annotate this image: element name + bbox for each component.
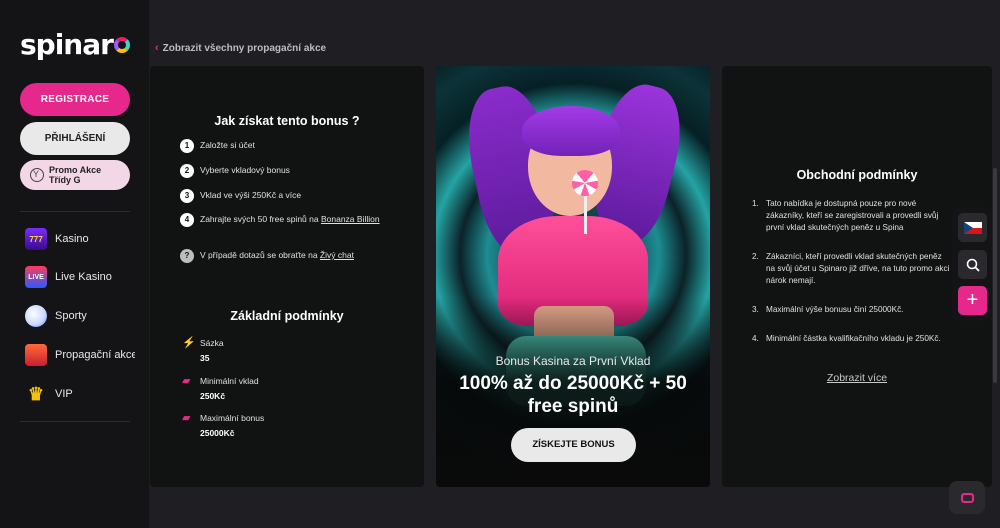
logo-text: spinar [20, 28, 114, 61]
live-chat-link[interactable]: Živý chat [320, 250, 354, 260]
condition-row: ▰ Minimální vklad 250Kč [182, 375, 259, 402]
step-number: 2 [180, 164, 194, 178]
step-item: 2 Vyberte vkladový bonus [180, 164, 400, 178]
step-text: Založte si účet [200, 140, 255, 150]
step-number: 4 [180, 213, 194, 227]
chevron-left-icon: ‹ [155, 42, 159, 54]
terms-item: 3. Maximální výše bonusu činí 25000Kč. [752, 304, 952, 316]
terms-text: Tato nabídka je dostupná pouze pro nové … [766, 199, 939, 232]
sidebar-divider [20, 421, 130, 422]
sidebar-item-vip[interactable]: ♛ VIP [25, 382, 135, 406]
condition-value: 250Kč [200, 391, 226, 401]
crown-icon: ♛ [27, 383, 45, 404]
sidebar-item-label: Sporty [55, 310, 87, 322]
plus-icon: + [966, 289, 979, 311]
chat-bubble-icon [960, 492, 974, 503]
condition-value: 35 [200, 353, 210, 363]
breadcrumb-back-link[interactable]: ‹ Zobrazit všechny propagační akce [155, 42, 326, 54]
login-button[interactable]: PŘIHLÁŠENÍ [20, 122, 130, 155]
sidebar-item-label: Live Kasino [55, 271, 112, 283]
step-text: V případě dotazů se obraťte na Živý chat [200, 250, 354, 260]
sidebar-item-propagacni-akce[interactable]: Propagační akce [25, 343, 135, 367]
language-button[interactable] [958, 213, 987, 242]
bonus-how-to-card: Jak získat tento bonus ? 1 Založte si úč… [150, 66, 424, 487]
step-text: Vklad ve výši 250Kč a více [200, 190, 302, 200]
add-button[interactable]: + [958, 286, 987, 315]
step-item: 4 Zahrajte svých 50 free spinů na Bonanz… [180, 213, 380, 227]
terms-number: 3. [752, 305, 759, 314]
sidebar: spinar REGISTRACE PŘIHLÁŠENÍ Promo AkceT… [0, 0, 150, 528]
hero-subtitle: Bonus Kasina za První Vklad [495, 354, 651, 368]
bonus-hero-card: Bonus Kasina za První Vklad 100% až do 2… [436, 66, 710, 487]
sidebar-item-label: Propagační akce [55, 349, 135, 361]
page-scrollbar[interactable] [993, 168, 997, 383]
live-chat-button[interactable] [949, 481, 985, 514]
logo-ring-icon [113, 37, 130, 53]
terms-text: Minimální částka kvalifikačního vkladu j… [766, 334, 941, 343]
register-button[interactable]: REGISTRACE [20, 83, 130, 116]
promo-g-class-button[interactable]: Promo AkceTřídy G [20, 160, 130, 190]
sidebar-item-sporty[interactable]: Sporty [25, 304, 135, 328]
step-text: Zahrajte svých 50 free spinů na Bonanza … [200, 214, 380, 224]
terms-number: 4. [752, 334, 759, 343]
get-bonus-button[interactable]: ZÍSKEJTE BONUS [511, 428, 636, 462]
terms-number: 1. [752, 199, 759, 208]
terms-text: Maximální výše bonusu činí 25000Kč. [766, 305, 904, 314]
condition-row: ▰ Maximální bonus 25000Kč [182, 412, 264, 439]
terms-title: Obchodní podmínky [796, 168, 918, 182]
terms-number: 2. [752, 252, 759, 261]
sidebar-item-label: Kasino [55, 233, 89, 245]
gift-icon [25, 344, 47, 366]
help-icon: ? [180, 249, 194, 263]
bonanza-billion-link[interactable]: Bonanza Billion [321, 214, 380, 224]
condition-label: Sázka [200, 338, 224, 348]
mercedes-logo-icon [30, 168, 44, 182]
condition-row: ⚡ Sázka 35 [182, 337, 224, 364]
terms-item: 4. Minimální částka kvalifikačního vklad… [752, 333, 952, 345]
floating-action-panel: + [952, 207, 992, 321]
condition-value: 25000Kč [200, 428, 235, 438]
how-to-title: Jak získat tento bonus ? [214, 114, 360, 128]
live-kasino-icon: LIVE [25, 266, 47, 288]
czech-flag-icon [963, 221, 982, 234]
step-number: 1 [180, 139, 194, 153]
step-item: ? V případě dotazů se obraťte na Živý ch… [180, 249, 360, 263]
condition-label: Minimální vklad [200, 376, 259, 386]
step-number: 3 [180, 189, 194, 203]
kasino-slot-icon: 777 [25, 228, 47, 250]
step-item: 3 Vklad ve výši 250Kč a více [180, 189, 400, 203]
step-item: 1 Založte si účet [180, 139, 400, 153]
search-button[interactable] [958, 250, 987, 279]
terms-item: 2. Zákazníci, kteří provedli vklad skute… [752, 251, 952, 287]
wallet-icon: ▰ [182, 375, 191, 387]
sidebar-item-kasino[interactable]: 777 Kasino [25, 227, 135, 251]
show-more-link[interactable]: Zobrazit více [722, 372, 992, 384]
logo[interactable]: spinar [20, 28, 130, 61]
search-icon [966, 258, 980, 272]
lightning-icon: ⚡ [182, 337, 196, 349]
condition-label: Maximální bonus [200, 413, 265, 423]
hero-title: 100% až do 25000Kč + 50 free spinů [459, 373, 687, 417]
soccer-ball-icon [25, 305, 47, 327]
sidebar-item-label: VIP [55, 388, 73, 400]
step-text: Vyberte vkladový bonus [200, 165, 290, 175]
sidebar-item-live-kasino[interactable]: LIVE Live Kasino [25, 265, 135, 289]
promo-label: Promo Akce Třídy G [49, 165, 102, 185]
terms-item: 1. Tato nabídka je dostupná pouze pro no… [752, 198, 952, 234]
breadcrumb-label: Zobrazit všechny propagační akce [162, 42, 327, 54]
wallet-icon: ▰ [182, 412, 191, 424]
basic-conditions-title: Základní podmínky [230, 309, 344, 323]
terms-text: Zákazníci, kteří provedli vklad skutečný… [766, 252, 950, 285]
sidebar-divider [20, 211, 130, 212]
app: spinar REGISTRACE PŘIHLÁŠENÍ Promo AkceT… [0, 0, 1000, 528]
